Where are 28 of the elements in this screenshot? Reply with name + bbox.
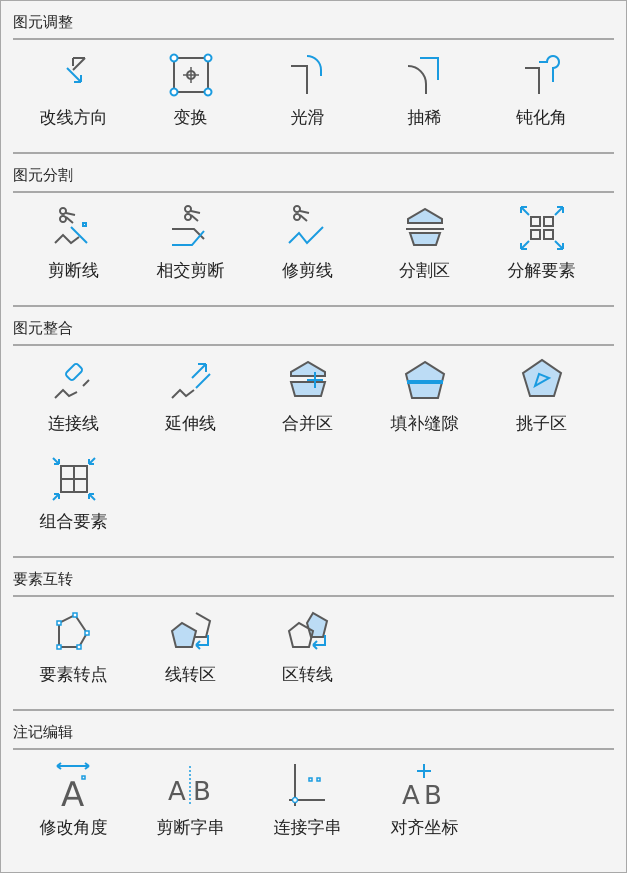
tool-button[interactable]: A B 对齐坐标	[366, 760, 483, 852]
tool-button[interactable]: 修剪线	[249, 203, 366, 295]
tool-button[interactable]: 线转区	[132, 607, 249, 699]
tool-button[interactable]: 挑子区	[483, 356, 600, 448]
tool-button[interactable]: 连接字串	[249, 760, 366, 852]
tool-button[interactable]: 延伸线	[132, 356, 249, 448]
tool-button[interactable]: 区转线	[249, 607, 366, 699]
tool-button[interactable]: 钝化角	[483, 50, 600, 142]
section-header: 图元整合	[13, 307, 614, 346]
section-header: 注记编辑	[13, 711, 614, 750]
section-header: 图元分割	[13, 154, 614, 193]
tool-button[interactable]: 改线方向	[15, 50, 132, 142]
tool-button[interactable]: 要素转点	[15, 607, 132, 699]
tool-button[interactable]: 填补缝隙	[366, 356, 483, 448]
section-header: 图元调整	[13, 1, 614, 40]
tool-button[interactable]: 抽稀	[366, 50, 483, 142]
tool-button[interactable]: A B 剪断字串	[132, 760, 249, 852]
tool-button[interactable]: 连接线	[15, 356, 132, 448]
tool-button[interactable]: 组合要素	[15, 454, 132, 546]
tool-button[interactable]: 合并区	[249, 356, 366, 448]
tool-button[interactable]: 剪断线	[15, 203, 132, 295]
tool-button[interactable]: 相交剪断	[132, 203, 249, 295]
tool-button[interactable]: A 修改角度	[15, 760, 132, 852]
tool-button[interactable]: 光滑	[249, 50, 366, 142]
section-header: 要素互转	[13, 558, 614, 597]
tool-button[interactable]: 分解要素	[483, 203, 600, 295]
tool-button[interactable]: 变换	[132, 50, 249, 142]
tool-button[interactable]: 分割区	[366, 203, 483, 295]
